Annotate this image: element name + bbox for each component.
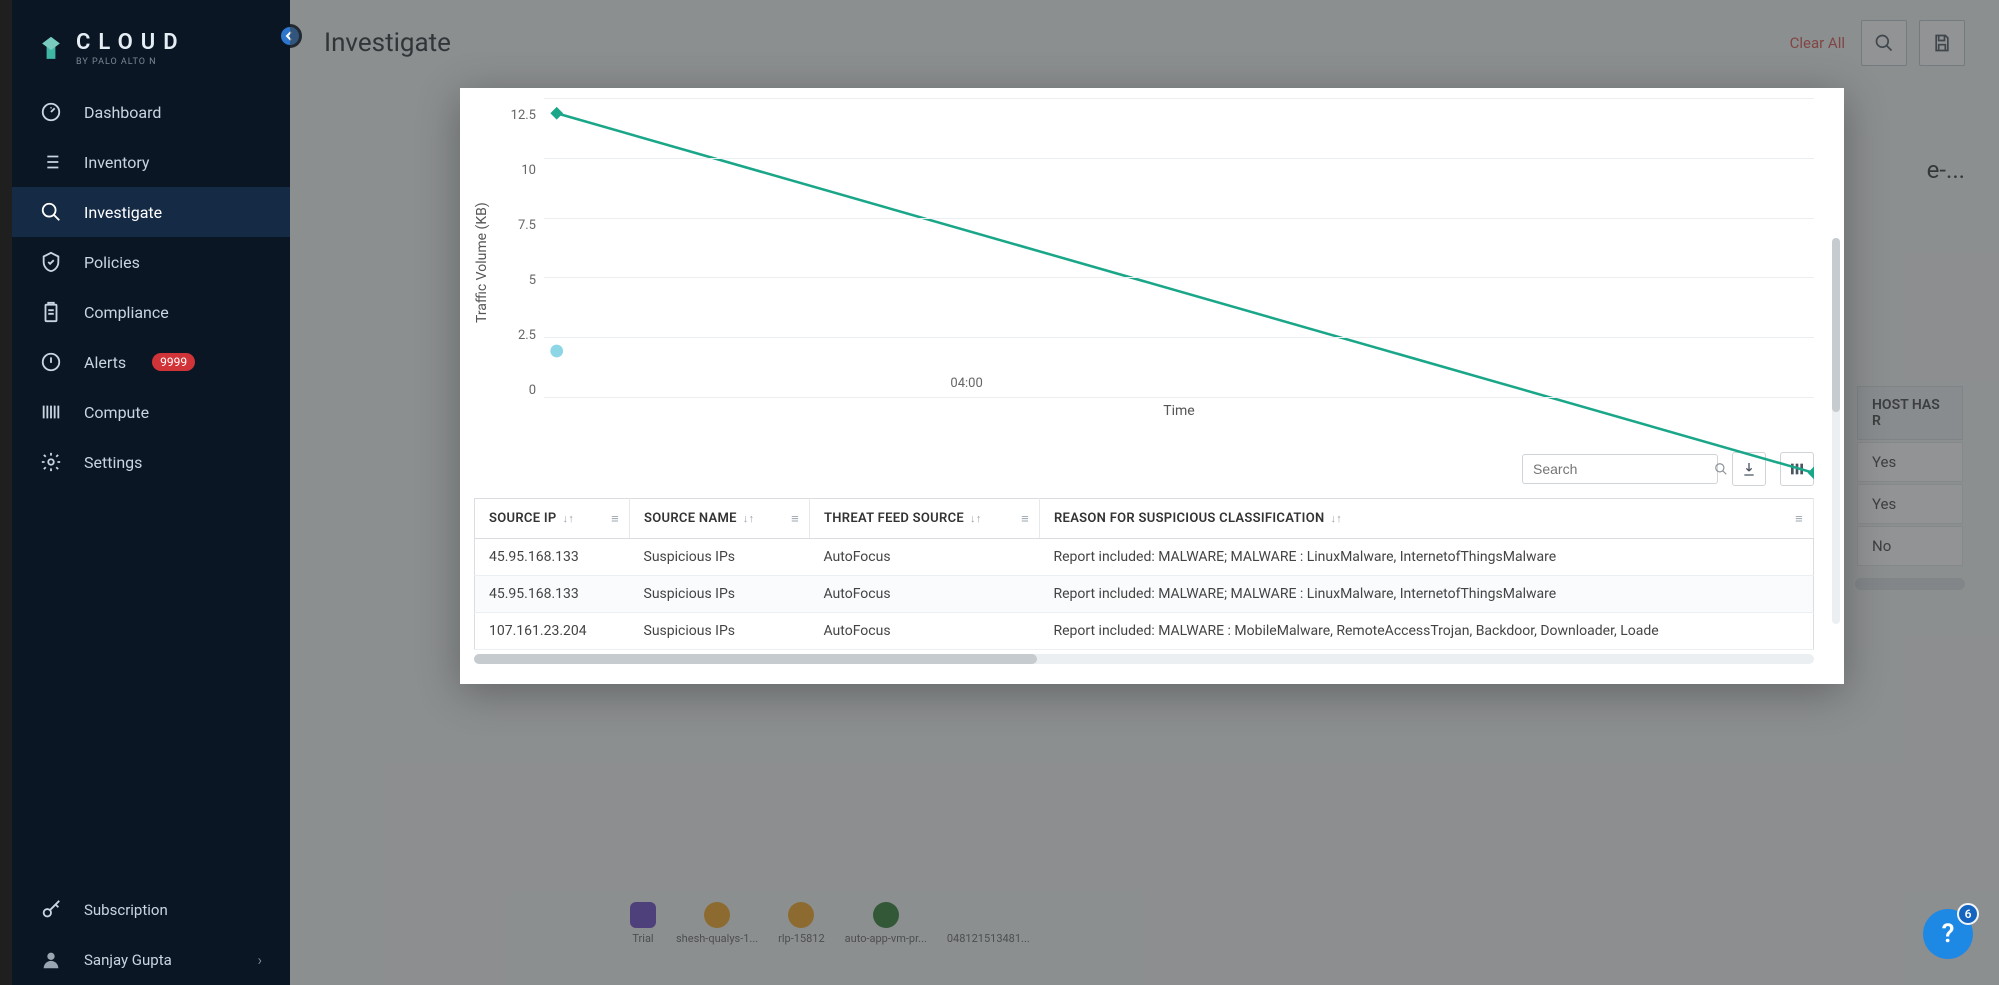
table-cell: AutoFocus	[810, 576, 1040, 613]
sidebar-item-dashboard[interactable]: Dashboard	[12, 87, 290, 137]
alerts-badge: 9999	[152, 353, 195, 371]
column-menu-icon[interactable]: ≡	[791, 511, 799, 527]
brand-logo: CLOUD BY PALO ALTO N	[12, 0, 290, 87]
table-row[interactable]: 45.95.168.133Suspicious IPsAutoFocusRepo…	[475, 539, 1814, 576]
table-cell: Suspicious IPs	[630, 576, 810, 613]
shield-check-icon	[40, 251, 62, 273]
sidebar-item-compute[interactable]: Compute	[12, 387, 290, 437]
sort-icon: ↓↑	[970, 512, 982, 525]
chart-ylabel: Traffic Volume (KB)	[470, 98, 494, 428]
table-cell: 45.95.168.133	[475, 539, 630, 576]
gear-icon	[40, 451, 62, 473]
gauge-icon	[40, 101, 62, 123]
chart-ytick: 2.5	[502, 328, 536, 343]
chart-ytick: 12.5	[502, 108, 536, 123]
sidebar-item-subscription[interactable]: Subscription	[12, 885, 290, 935]
sidebar-item-label: Compute	[84, 403, 149, 422]
main-content: Investigate Clear All e-... HOST HAS R Y…	[290, 0, 1999, 985]
chart-xlabel: Time	[1163, 403, 1194, 419]
list-icon	[40, 151, 62, 173]
sidebar-item-user[interactable]: Sanjay Gupta ›	[12, 935, 290, 985]
user-avatar-icon	[40, 949, 62, 971]
sort-icon: ↓↑	[1330, 512, 1342, 525]
search-icon	[40, 201, 62, 223]
sidebar-item-settings[interactable]: Settings	[12, 437, 290, 487]
column-header[interactable]: REASON FOR SUSPICIOUS CLASSIFICATION↓↑≡	[1040, 499, 1814, 539]
table-cell: Report included: MALWARE; MALWARE : Linu…	[1040, 576, 1814, 613]
modal-vertical-scrollbar[interactable]	[1832, 238, 1840, 624]
column-menu-icon[interactable]: ≡	[1021, 511, 1029, 527]
sidebar-item-label: Compliance	[84, 303, 169, 322]
user-name: Sanjay Gupta	[84, 951, 172, 969]
sidebar-item-label: Subscription	[84, 901, 168, 919]
table-cell: 45.95.168.133	[475, 576, 630, 613]
chevron-right-icon: ›	[257, 951, 262, 969]
sidebar-item-policies[interactable]: Policies	[12, 237, 290, 287]
help-button[interactable]: ? 6	[1923, 909, 1973, 959]
chart-ytick: 10	[502, 163, 536, 178]
logo-mark-icon	[40, 38, 62, 60]
chart-ytick: 5	[502, 273, 536, 288]
brand-byline: BY PALO ALTO N	[76, 57, 186, 67]
chart-ytick: 0	[502, 383, 536, 398]
sidebar-item-compliance[interactable]: Compliance	[12, 287, 290, 337]
column-header[interactable]: SOURCE NAME↓↑≡	[630, 499, 810, 539]
sidebar-item-label: Policies	[84, 253, 140, 272]
sidebar-item-investigate[interactable]: Investigate	[12, 187, 290, 237]
sidebar-item-label: Alerts	[84, 353, 126, 372]
detail-modal: Traffic Volume (KB) 12.5 10 7.5 5 2.5 0 04:00…	[460, 88, 1844, 684]
table-cell: Report included: MALWARE; MALWARE : Linu…	[1040, 539, 1814, 576]
table-cell: 107.161.23.204	[475, 613, 630, 650]
sidebar-item-alerts[interactable]: Alerts 9999	[12, 337, 290, 387]
chart-xtick: 04:00	[950, 376, 982, 391]
column-header[interactable]: THREAT FEED SOURCE↓↑≡	[810, 499, 1040, 539]
alert-icon	[40, 351, 62, 373]
column-menu-icon[interactable]: ≡	[1795, 511, 1803, 527]
sidebar-item-inventory[interactable]: Inventory	[12, 137, 290, 187]
sidebar-item-label: Investigate	[84, 203, 162, 222]
table-row[interactable]: 45.95.168.133Suspicious IPsAutoFocusRepo…	[475, 576, 1814, 613]
sidebar-item-label: Settings	[84, 453, 142, 472]
table-cell: Report included: MALWARE : MobileMalware…	[1040, 613, 1814, 650]
key-icon	[40, 899, 62, 921]
table-row[interactable]: 107.161.23.204Suspicious IPsAutoFocusRep…	[475, 613, 1814, 650]
table-horizontal-scrollbar[interactable]	[474, 654, 1814, 664]
sidebar-item-label: Inventory	[84, 153, 150, 172]
clipboard-icon	[40, 301, 62, 323]
table-cell: AutoFocus	[810, 613, 1040, 650]
sort-icon: ↓↑	[743, 512, 755, 525]
results-table: SOURCE IP↓↑≡SOURCE NAME↓↑≡THREAT FEED SO…	[474, 498, 1814, 650]
sidebar: CLOUD BY PALO ALTO N Dashboard Inventory I…	[12, 0, 290, 985]
chart-ytick: 7.5	[502, 218, 536, 233]
table-cell: AutoFocus	[810, 539, 1040, 576]
table-cell: Suspicious IPs	[630, 613, 810, 650]
sort-icon: ↓↑	[563, 512, 575, 525]
barcode-icon	[40, 401, 62, 423]
traffic-chart: Traffic Volume (KB) 12.5 10 7.5 5 2.5 0 04:00…	[460, 88, 1844, 438]
column-menu-icon[interactable]: ≡	[611, 511, 619, 527]
table-cell: Suspicious IPs	[630, 539, 810, 576]
help-badge: 6	[1957, 903, 1979, 925]
sidebar-item-label: Dashboard	[84, 103, 161, 122]
column-header[interactable]: SOURCE IP↓↑≡	[475, 499, 630, 539]
brand-name: CLOUD	[76, 30, 186, 55]
